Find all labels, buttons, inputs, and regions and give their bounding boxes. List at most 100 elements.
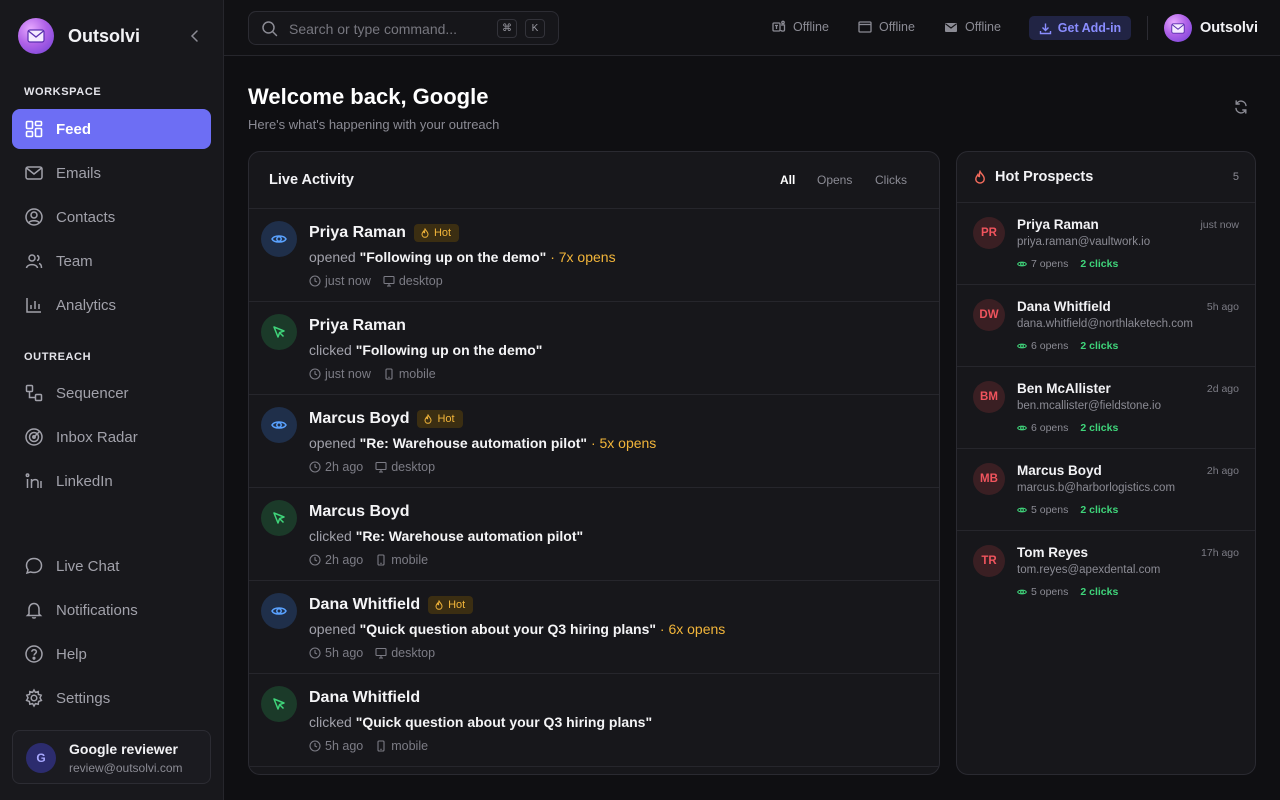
email-subject: "Following up on the demo" <box>359 249 547 265</box>
user-email: review@outsolvi.com <box>69 761 183 775</box>
prospect-name: Tom Reyes <box>1017 545 1089 560</box>
eye-icon <box>1017 589 1027 595</box>
sidebar-item-analytics[interactable]: Analytics <box>12 285 211 325</box>
activity-description: opened "Following up on the demo" · 7x o… <box>309 249 616 265</box>
email-subject: "Following up on the demo" <box>355 342 543 358</box>
search-input[interactable]: Search or type command... <box>289 21 457 37</box>
mail-icon <box>24 163 44 183</box>
topbar: Search or type command... ⌘ K Offline Of… <box>224 0 1280 56</box>
avatar: TR <box>973 545 1005 577</box>
live-activity-panel: Live Activity All Opens Clicks Priya Ram… <box>248 151 940 775</box>
activity-time: 5h ago <box>325 739 364 753</box>
hot-badge: Hot <box>417 410 463 428</box>
sidebar-item-feed[interactable]: Feed <box>12 109 211 149</box>
sidebar-item-contacts[interactable]: Contacts <box>12 197 211 237</box>
desktop-icon <box>383 275 395 287</box>
activity-meta: 2h ago mobile <box>309 553 428 567</box>
clock-icon <box>309 368 321 380</box>
filter-tab-opens[interactable]: Opens <box>817 173 852 187</box>
window-status[interactable]: Offline <box>858 20 915 34</box>
activity-item[interactable]: Dana Whitfield clicked "Quick question a… <box>249 674 939 767</box>
prospect-item[interactable]: MB Marcus Boyd marcus.b@harborlogistics.… <box>957 449 1255 531</box>
activity-item[interactable]: Priya Raman Hot opened "Following up on … <box>249 209 939 302</box>
sidebar-item-emails[interactable]: Emails <box>12 153 211 193</box>
collapse-sidebar-icon[interactable] <box>188 28 202 44</box>
profile-menu[interactable]: Outsolvi <box>1164 14 1258 42</box>
sidebar-item-label: Emails <box>56 164 102 182</box>
mobile-icon <box>383 368 395 380</box>
activity-meta: 2h ago desktop <box>309 460 435 474</box>
sidebar-item-sequencer[interactable]: Sequencer <box>12 373 211 413</box>
mail-status[interactable]: Offline <box>944 20 1001 34</box>
desktop-icon <box>375 647 387 659</box>
activity-item[interactable]: Dana Whitfield Hot opened "Quick questio… <box>249 581 939 674</box>
sidebar-item-settings[interactable]: Settings <box>12 678 211 718</box>
sidebar-item-label: Help <box>56 645 87 663</box>
sidebar: Outsolvi WORKSPACE Feed Emails Contacts … <box>0 0 224 800</box>
activity-verb: clicked <box>309 714 352 730</box>
workspace-section-label: WORKSPACE <box>24 86 102 98</box>
contact-name[interactable]: Marcus Boyd <box>309 410 409 428</box>
activity-description: opened "Re: Warehouse automation pilot" … <box>309 435 656 451</box>
sidebar-item-live-chat[interactable]: Live Chat <box>12 546 211 586</box>
activity-device: desktop <box>391 460 436 474</box>
desktop-icon <box>375 461 387 473</box>
teams-status[interactable]: Offline <box>772 20 829 34</box>
brand-name: Outsolvi <box>68 25 141 46</box>
activity-meta: 5h ago desktop <box>309 646 435 660</box>
filter-tab-all[interactable]: All <box>780 173 795 187</box>
activity-item[interactable]: Marcus Boyd clicked "Re: Warehouse autom… <box>249 488 939 581</box>
clock-icon <box>309 461 321 473</box>
search-bar[interactable]: Search or type command... ⌘ K <box>248 11 559 45</box>
prospect-name: Marcus Boyd <box>1017 463 1102 478</box>
mobile-icon <box>375 554 387 566</box>
prospect-item[interactable]: DW Dana Whitfield dana.whitfield@northla… <box>957 285 1255 367</box>
activity-time: 2h ago <box>325 460 364 474</box>
email-subject: "Re: Warehouse automation pilot" <box>359 435 588 451</box>
prospect-item[interactable]: PR Priya Raman priya.raman@vaultwork.io … <box>957 203 1255 285</box>
avatar: BM <box>973 381 1005 413</box>
brand[interactable]: Outsolvi <box>18 18 140 54</box>
panel-title: Live Activity <box>269 172 354 188</box>
contact-name[interactable]: Dana Whitfield <box>309 689 420 707</box>
prospect-item[interactable]: BM Ben McAllister ben.mcallister@fieldst… <box>957 367 1255 449</box>
avatar: PR <box>973 217 1005 249</box>
status-label: Offline <box>879 20 915 34</box>
sidebar-item-linkedin[interactable]: LinkedIn <box>12 461 211 501</box>
page-subtitle: Here's what's happening with your outrea… <box>248 117 500 132</box>
status-label: Offline <box>793 20 829 34</box>
clock-icon <box>309 647 321 659</box>
user-card[interactable]: G Google reviewer review@outsolvi.com <box>12 730 211 784</box>
contact-name[interactable]: Marcus Boyd <box>309 503 409 521</box>
clock-icon <box>309 554 321 566</box>
hot-label: Hot <box>437 413 455 425</box>
prospect-item[interactable]: TR Tom Reyes tom.reyes@apexdental.com 17… <box>957 531 1255 613</box>
sidebar-item-team[interactable]: Team <box>12 241 211 281</box>
shortcut-key-k: K <box>525 19 545 38</box>
bell-icon <box>24 600 44 620</box>
avatar: MB <box>973 463 1005 495</box>
panel-title: Hot Prospects <box>995 169 1094 185</box>
contact-name[interactable]: Priya Raman <box>309 317 406 335</box>
sidebar-item-inbox-radar[interactable]: Inbox Radar <box>12 417 211 457</box>
sequencer-icon <box>24 383 44 403</box>
filter-tab-clicks[interactable]: Clicks <box>875 173 907 187</box>
activity-item[interactable]: Priya Raman clicked "Following up on the… <box>249 302 939 395</box>
contact-name[interactable]: Priya Raman <box>309 224 406 242</box>
activity-item[interactable]: Marcus Boyd Hot opened "Re: Warehouse au… <box>249 395 939 488</box>
hot-label: Hot <box>448 599 466 611</box>
avatar: DW <box>973 299 1005 331</box>
refresh-icon[interactable] <box>1233 99 1249 115</box>
profile-name: Outsolvi <box>1200 20 1259 36</box>
mobile-icon <box>375 740 387 752</box>
outreach-section-label: OUTREACH <box>24 351 92 363</box>
get-addin-button[interactable]: Get Add-in <box>1029 16 1131 40</box>
activity-meta: just now desktop <box>309 274 443 288</box>
prospect-time: 2h ago <box>1206 465 1239 477</box>
sidebar-item-notifications[interactable]: Notifications <box>12 590 211 630</box>
activity-description: clicked "Following up on the demo" <box>309 342 542 358</box>
sidebar-item-help[interactable]: Help <box>12 634 211 674</box>
flame-icon <box>973 170 987 184</box>
prospect-opens: 7 opens <box>1031 258 1069 270</box>
contact-name[interactable]: Dana Whitfield <box>309 596 420 614</box>
